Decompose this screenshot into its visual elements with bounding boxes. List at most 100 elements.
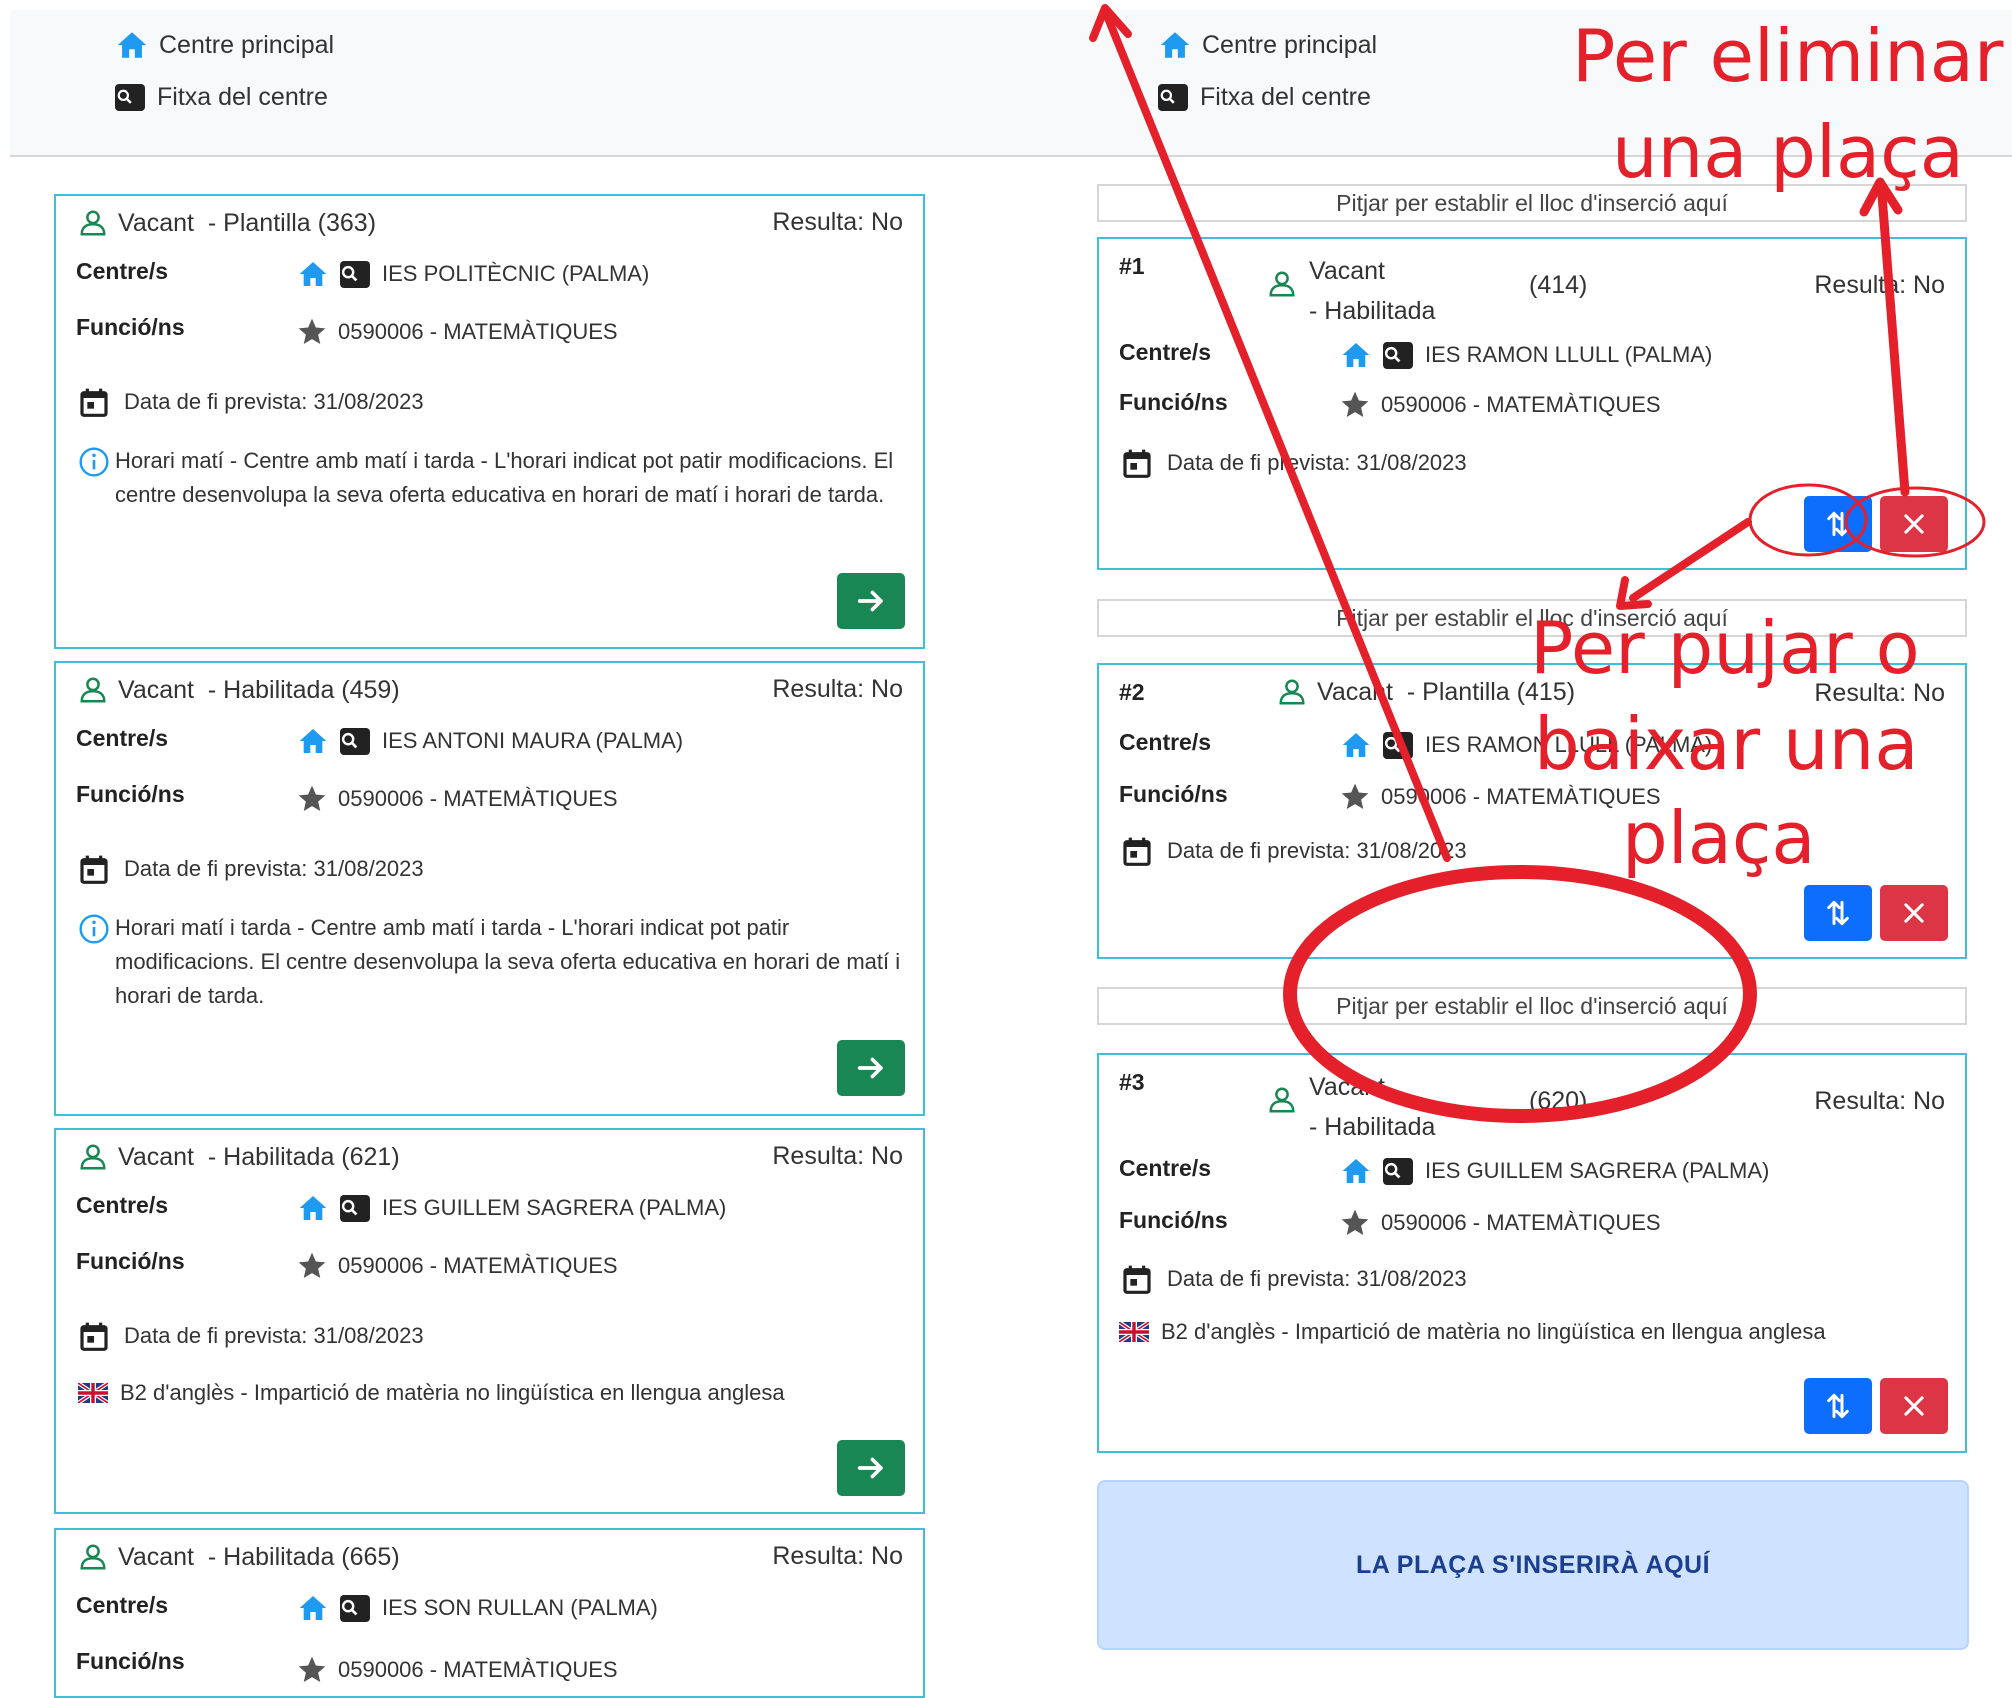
legend-home: Centre principal: [1158, 25, 1377, 65]
function-label: Funció/ns: [76, 1248, 185, 1274]
function-name: 0590006 - MATEMÀTIQUES: [338, 319, 618, 344]
close-icon: [1900, 1392, 1928, 1420]
order-number: #3: [1119, 1069, 1145, 1095]
person-icon: [78, 208, 108, 238]
legend-home-label: Centre principal: [159, 30, 335, 59]
function-name: 0590006 - MATEMÀTIQUES: [338, 1253, 618, 1278]
info-icon: [78, 446, 110, 478]
vacancy-label: Vacant: [1317, 677, 1393, 706]
search-icon[interactable]: [340, 1194, 370, 1222]
card-header: Vacant - Habilitada (621): [78, 1142, 400, 1172]
function-name: 0590006 - MATEMÀTIQUES: [1381, 392, 1661, 417]
function-value: 0590006 - MATEMÀTIQUES: [296, 1250, 618, 1282]
selected-vacancy-card: #1 Vacant - Habilitada (414) Resulta: No…: [1097, 237, 1967, 570]
function-name: 0590006 - MATEMÀTIQUES: [338, 1657, 618, 1682]
legend-file-label: Fitxa del centre: [1200, 82, 1371, 111]
home-icon[interactable]: [296, 1192, 330, 1224]
legend-home: Centre principal: [115, 25, 334, 65]
vacancy-type: - Habilitada: [1309, 297, 1436, 325]
end-date-text: Data de fi prevista: 31/08/2023: [1167, 450, 1467, 475]
home-icon[interactable]: [1339, 729, 1373, 761]
up-down-arrows-icon: [1822, 1390, 1854, 1422]
move-annotation-line1: Per pujar o: [1530, 606, 1920, 690]
vacancy-card[interactable]: Vacant - Habilitada (459) Resulta: No Ce…: [54, 661, 925, 1116]
delete-button[interactable]: [1880, 1378, 1948, 1434]
result-status: Resulta: No: [772, 675, 903, 703]
centre-label: Centre/s: [1119, 339, 1212, 365]
arrow-right-icon: [854, 1051, 888, 1085]
end-date: Data de fi prevista: 31/08/2023: [78, 853, 424, 885]
result-status: Resulta: No: [772, 1142, 903, 1170]
end-date: Data de fi prevista: 31/08/2023: [1121, 1263, 1467, 1295]
function-label: Funció/ns: [1119, 389, 1228, 415]
close-icon: [1900, 899, 1928, 927]
result-status: Resulta: No: [1814, 1087, 1945, 1115]
vacancy-type: - Habilitada: [1309, 1113, 1436, 1141]
centre-label: Centre/s: [76, 1592, 169, 1618]
arrow-right-icon: [854, 1451, 888, 1485]
delete-annotation-line1: Per eliminar: [1572, 14, 2004, 98]
delete-button[interactable]: [1880, 885, 1948, 941]
move-button[interactable]: [1804, 496, 1872, 552]
vacancy-card[interactable]: Vacant - Plantilla (363) Resulta: No Cen…: [54, 194, 925, 649]
centre-value: IES GUILLEM SAGRERA (PALMA): [1339, 1155, 1769, 1187]
schedule-info: Horari matí i tarda - Centre amb matí i …: [115, 915, 901, 1008]
centre-label: Centre/s: [1119, 1155, 1212, 1181]
function-value: 0590006 - MATEMÀTIQUES: [1339, 389, 1661, 421]
calendar-icon: [78, 386, 110, 418]
end-date-text: Data de fi prevista: 31/08/2023: [1167, 1266, 1467, 1291]
centre-label: Centre/s: [1119, 729, 1212, 755]
person-icon: [1267, 269, 1297, 299]
move-button[interactable]: [1804, 885, 1872, 941]
language-text: B2 d'anglès - Impartició de matèria no l…: [1161, 1319, 1826, 1344]
language-requirement: B2 d'anglès - Impartició de matèria no l…: [78, 1380, 785, 1406]
vacancy-code: (414): [1529, 271, 1588, 299]
centre-value: IES POLITÈCNIC (PALMA): [296, 258, 649, 290]
vacancy-label: Vacant: [118, 675, 194, 704]
home-icon[interactable]: [1339, 339, 1373, 371]
legend-file: Fitxa del centre: [1158, 77, 1377, 117]
centre-label: Centre/s: [76, 725, 169, 751]
move-annotation-line3: plaça: [1622, 796, 1816, 880]
delete-button[interactable]: [1880, 496, 1948, 552]
vacancy-type: - Habilitada (665): [207, 1542, 400, 1571]
card-header: Vacant - Habilitada (665): [78, 1542, 400, 1572]
calendar-icon: [1121, 447, 1153, 479]
add-button[interactable]: [837, 1440, 905, 1496]
search-icon[interactable]: [340, 260, 370, 288]
card-header: Vacant - Plantilla (363): [78, 208, 376, 238]
search-icon[interactable]: [1383, 341, 1413, 369]
home-icon[interactable]: [296, 1592, 330, 1624]
star-icon: [1339, 1207, 1371, 1239]
insertion-target: LA PLAÇA S'INSERIRÀ AQUÍ: [1097, 1480, 1969, 1650]
star-icon: [1339, 781, 1371, 813]
home-icon[interactable]: [296, 725, 330, 757]
star-icon: [296, 1250, 328, 1282]
function-label: Funció/ns: [76, 1648, 185, 1674]
home-icon[interactable]: [1339, 1155, 1373, 1187]
insertion-point-bar[interactable]: Pitjar per establir el lloc d'inserció a…: [1097, 987, 1967, 1025]
search-icon[interactable]: [340, 1594, 370, 1622]
add-button[interactable]: [837, 1040, 905, 1096]
calendar-icon: [78, 853, 110, 885]
schedule-info: Horari matí - Centre amb matí i tarda - …: [115, 448, 894, 507]
calendar-icon: [1121, 1263, 1153, 1295]
order-number: #2: [1119, 679, 1145, 705]
star-icon: [296, 316, 328, 348]
add-button[interactable]: [837, 573, 905, 629]
vacancy-card[interactable]: Vacant - Habilitada (665) Resulta: No Ce…: [54, 1528, 925, 1698]
function-name: 0590006 - MATEMÀTIQUES: [1381, 1210, 1661, 1235]
search-icon[interactable]: [1383, 731, 1413, 759]
star-icon: [296, 783, 328, 815]
vacancy-card[interactable]: Vacant - Habilitada (621) Resulta: No Ce…: [54, 1128, 925, 1514]
legend-right: Centre principal Fitxa del centre: [1158, 25, 1377, 129]
search-icon[interactable]: [1383, 1157, 1413, 1185]
move-button[interactable]: [1804, 1378, 1872, 1434]
language-requirement: B2 d'anglès - Impartició de matèria no l…: [1119, 1319, 1826, 1345]
vacancy-type: - Plantilla (363): [207, 208, 377, 237]
search-icon[interactable]: [340, 727, 370, 755]
person-icon: [78, 1542, 108, 1572]
order-number: #1: [1119, 253, 1145, 279]
home-icon[interactable]: [296, 258, 330, 290]
vacancy-type: - Habilitada (459): [207, 675, 400, 704]
